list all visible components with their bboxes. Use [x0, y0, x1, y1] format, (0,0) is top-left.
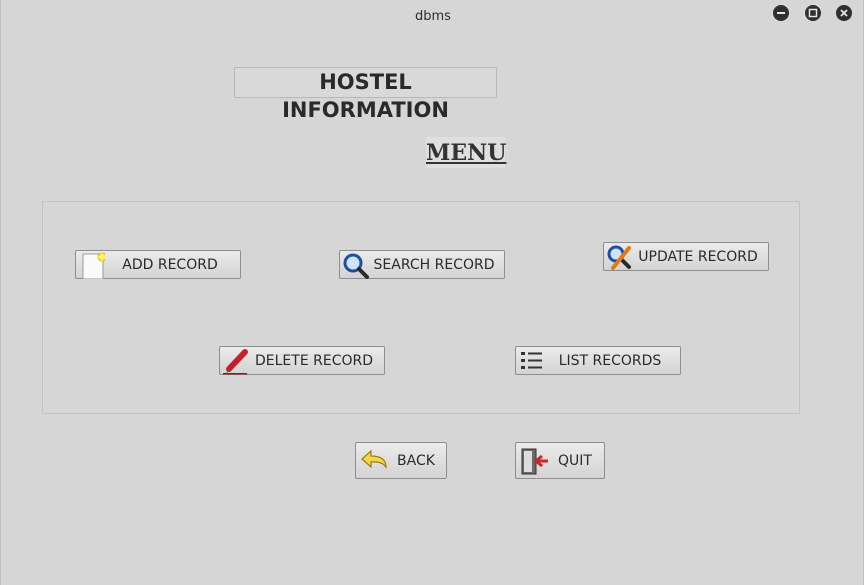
close-icon — [840, 9, 848, 17]
back-arrow-icon — [356, 447, 392, 475]
menu-panel — [42, 201, 800, 414]
delete-record-label: DELETE RECORD — [255, 352, 373, 369]
list-records-button[interactable]: LIST RECORDS — [515, 346, 681, 375]
window-title: dbms — [415, 9, 451, 24]
search-record-label: SEARCH RECORD — [373, 256, 495, 273]
quit-button[interactable]: QUIT — [515, 442, 605, 479]
maximize-icon — [808, 8, 818, 18]
add-record-label: ADD RECORD — [122, 256, 218, 273]
search-record-button[interactable]: SEARCH RECORD — [339, 250, 505, 279]
update-record-label: UPDATE RECORD — [638, 248, 758, 265]
new-document-icon — [76, 250, 106, 279]
exit-door-icon — [516, 447, 552, 475]
list-records-label: LIST RECORDS — [558, 352, 662, 369]
menu-title: MENU — [426, 137, 506, 168]
title-bar[interactable]: dbms — [1, 0, 864, 34]
app-window: dbms HOSTEL INFORMATION MENU ADD RECORD — [0, 0, 864, 585]
back-label: BACK — [397, 452, 435, 469]
minimize-button[interactable] — [773, 5, 789, 21]
magnifier-icon — [340, 251, 370, 279]
quit-label: QUIT — [558, 452, 592, 469]
list-icon — [516, 347, 546, 375]
maximize-button[interactable] — [805, 5, 821, 21]
delete-record-button[interactable]: DELETE RECORD — [219, 346, 385, 375]
close-button[interactable] — [836, 5, 852, 21]
page-heading: HOSTEL INFORMATION — [234, 67, 497, 122]
minimize-icon — [777, 12, 785, 14]
update-record-button[interactable]: UPDATE RECORD — [603, 242, 769, 271]
pencil-icon — [220, 347, 250, 375]
back-button[interactable]: BACK — [355, 442, 447, 479]
edit-search-icon — [604, 243, 634, 271]
add-record-button[interactable]: ADD RECORD — [75, 250, 241, 279]
